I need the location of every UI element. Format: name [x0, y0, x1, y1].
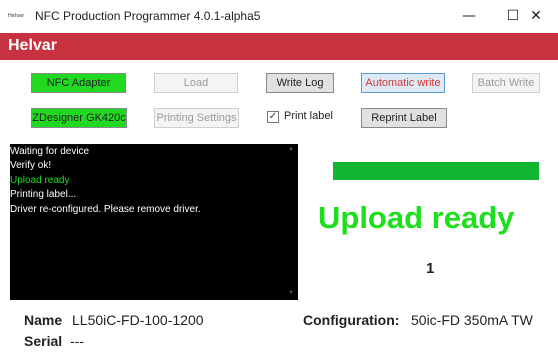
status-text: Upload ready	[318, 200, 515, 235]
automatic-write-button[interactable]: Automatic write	[361, 73, 445, 93]
serial-label: Serial	[24, 333, 63, 349]
progress-fill	[333, 162, 539, 180]
name-value: LL50iC-FD-100-1200	[72, 312, 204, 328]
log-scrollbar[interactable]: ▲ ▼	[286, 144, 298, 300]
app-logo-icon: Helvar	[8, 13, 25, 19]
log-line: Printing label...	[10, 189, 77, 200]
scroll-up-icon[interactable]: ▲	[288, 146, 294, 152]
printing-settings-button[interactable]: Printing Settings	[154, 108, 239, 128]
log-console[interactable]: Waiting for device Verify ok! Upload rea…	[10, 144, 298, 300]
configuration-value: 50ic-FD 350mA TW	[411, 312, 533, 328]
log-line: Verify ok!	[10, 160, 52, 171]
brand-logo: Helvar	[8, 37, 57, 54]
reprint-label-button[interactable]: Reprint Label	[361, 108, 447, 128]
close-button[interactable]: ✕	[514, 0, 558, 33]
log-line: Upload ready	[10, 175, 70, 186]
name-label: Name	[24, 312, 63, 328]
upload-count: 1	[426, 260, 435, 277]
title-bar: Helvar NFC Production Programmer 4.0.1-a…	[0, 0, 558, 33]
batch-write-button[interactable]: Batch Write	[472, 73, 540, 93]
progress-bar	[333, 162, 539, 180]
brand-bar: Helvar	[0, 33, 558, 60]
write-log-button[interactable]: Write Log	[266, 73, 334, 93]
printer-button[interactable]: ZDesigner GK420c	[31, 108, 127, 128]
load-button[interactable]: Load	[154, 73, 238, 93]
scroll-down-icon[interactable]: ▼	[288, 290, 294, 296]
print-label-label: Print label	[284, 110, 333, 122]
log-line: Driver re-configured. Please remove driv…	[10, 204, 201, 215]
print-label-checkbox[interactable]: ✓	[267, 111, 279, 123]
nfc-adapter-button[interactable]: NFC Adapter	[31, 73, 126, 93]
configuration-label: Configuration:	[303, 312, 400, 328]
serial-value: ---	[70, 333, 84, 349]
window-title: NFC Production Programmer 4.0.1-alpha5	[35, 9, 261, 23]
log-line: Waiting for device	[10, 146, 90, 157]
minimize-button[interactable]: —	[447, 0, 491, 33]
